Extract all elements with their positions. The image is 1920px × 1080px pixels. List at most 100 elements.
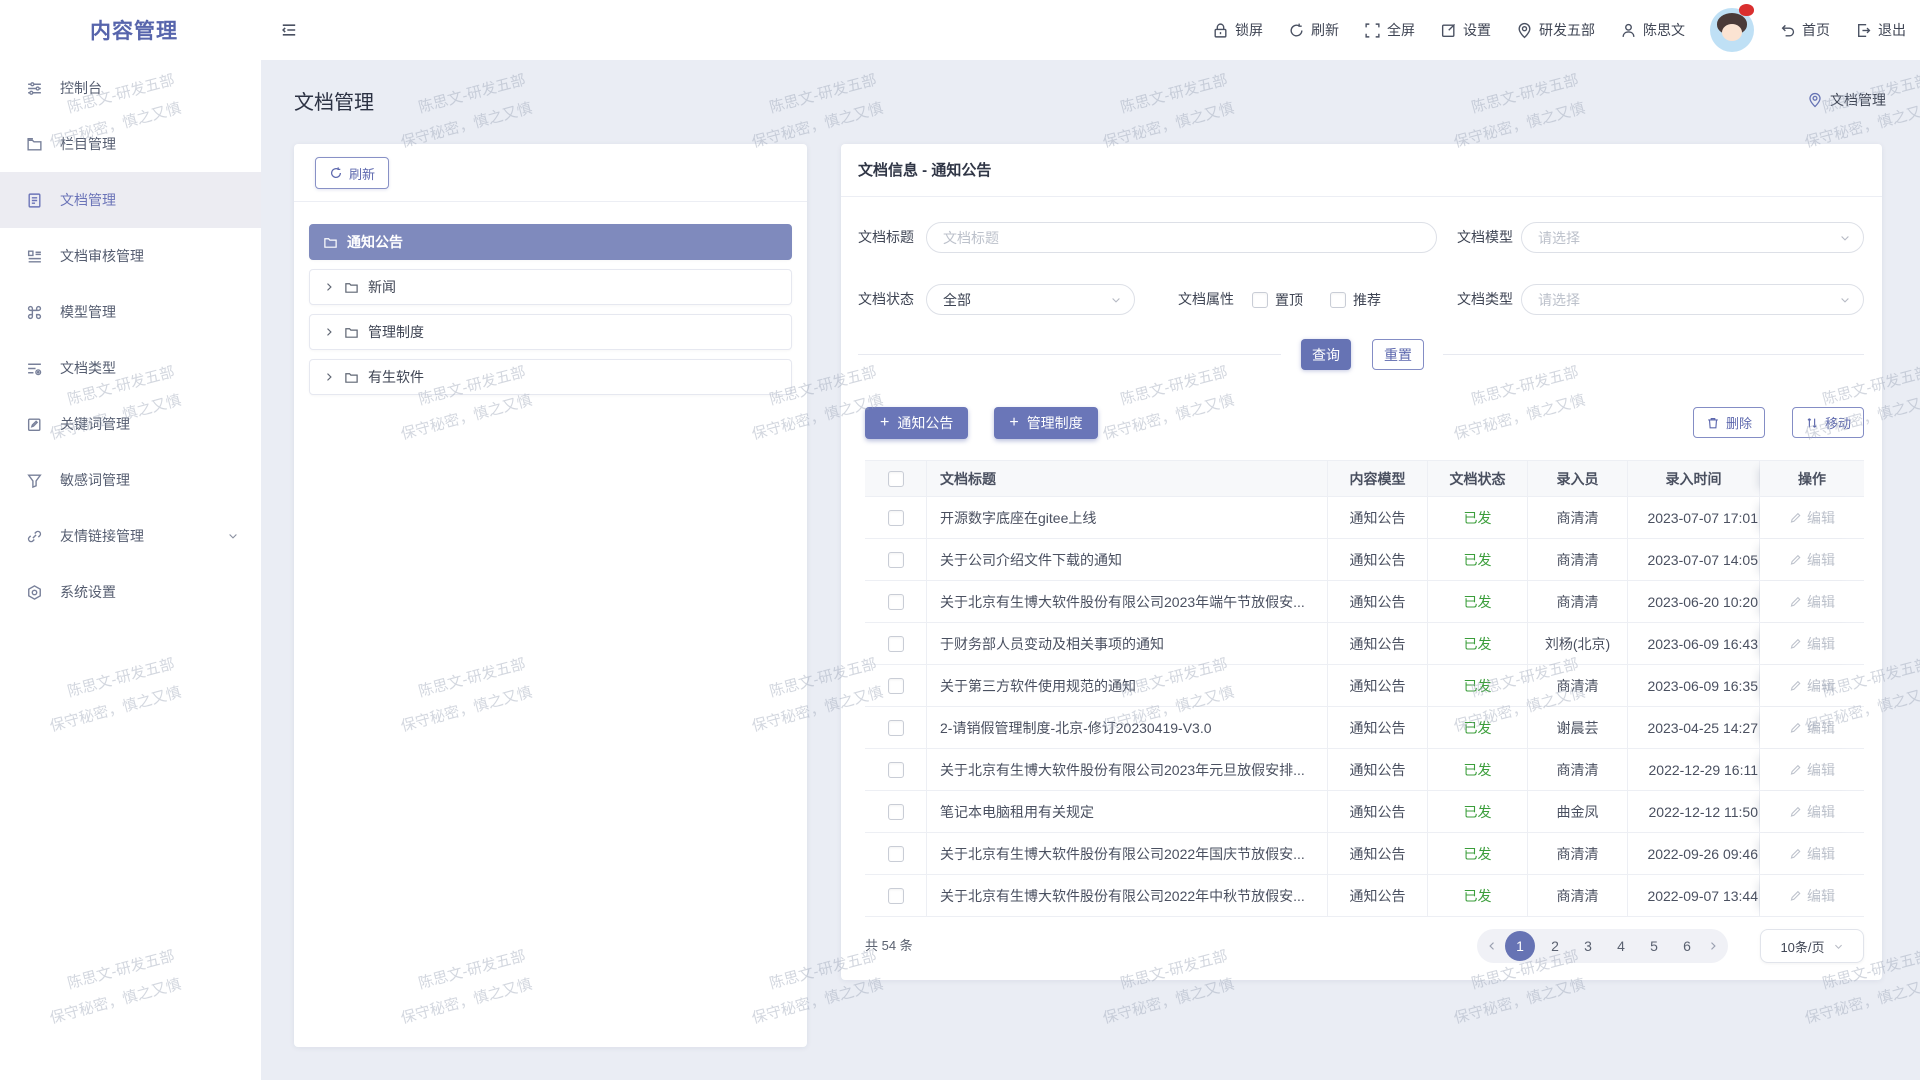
- doc-model-cell: 通知公告: [1328, 707, 1428, 748]
- page-number-button[interactable]: 6: [1674, 933, 1700, 959]
- page-size-select[interactable]: 10条/页: [1760, 929, 1864, 963]
- checkbox-box[interactable]: [888, 552, 904, 568]
- add-rule-button[interactable]: + 管理制度: [994, 407, 1097, 439]
- doc-status-select[interactable]: 全部: [926, 284, 1135, 315]
- tree-refresh-button[interactable]: 刷新: [315, 157, 389, 189]
- home-label: 首页: [1802, 20, 1830, 40]
- delete-button[interactable]: 删除: [1693, 407, 1765, 438]
- sidebar-collapse-button[interactable]: [280, 21, 298, 39]
- checkbox-box[interactable]: [888, 636, 904, 652]
- chevron-right-icon[interactable]: [323, 281, 335, 293]
- row-checkbox[interactable]: [865, 665, 927, 706]
- checkbox-box[interactable]: [888, 678, 904, 694]
- doc-title-input[interactable]: [926, 222, 1437, 253]
- sidebar-item-models[interactable]: 模型管理: [0, 284, 261, 340]
- edit-button[interactable]: 编辑: [1789, 676, 1835, 696]
- checkbox-box[interactable]: [888, 846, 904, 862]
- tree-node-rules[interactable]: 管理制度: [309, 314, 792, 350]
- checkbox-box[interactable]: [888, 510, 904, 526]
- edit-button[interactable]: 编辑: [1789, 550, 1835, 570]
- edit-button[interactable]: 编辑: [1789, 844, 1835, 864]
- checkbox-box[interactable]: [888, 762, 904, 778]
- user-avatar[interactable]: [1710, 8, 1754, 52]
- select-all-checkbox[interactable]: [865, 461, 927, 496]
- tree-node-notice[interactable]: 通知公告: [309, 224, 792, 260]
- sidebar-item-documents[interactable]: 文档管理: [0, 172, 261, 228]
- lock-screen-button[interactable]: 锁屏: [1212, 20, 1263, 40]
- edit-button[interactable]: 编辑: [1789, 802, 1835, 822]
- sidebar-item-sensitive-words[interactable]: 敏感词管理: [0, 452, 261, 508]
- doc-author-cell: 曲金凤: [1528, 791, 1628, 832]
- edit-label: 编辑: [1807, 508, 1835, 528]
- user-menu[interactable]: 陈思文: [1620, 20, 1685, 40]
- refresh-button[interactable]: 刷新: [1288, 20, 1339, 40]
- add-notice-button[interactable]: + 通知公告: [865, 407, 968, 439]
- checkbox-box[interactable]: [1330, 292, 1346, 308]
- tree-node-news[interactable]: 新闻: [309, 269, 792, 305]
- checkbox-box[interactable]: [1252, 292, 1268, 308]
- checkbox-box[interactable]: [888, 594, 904, 610]
- documents-table: 文档标题 内容模型 文档状态 录入员 录入时间 操作 开源数字底座在gitee上…: [865, 460, 1864, 917]
- settings-button[interactable]: 设置: [1440, 20, 1491, 40]
- department-button[interactable]: 研发五部: [1516, 20, 1595, 40]
- chevron-right-icon[interactable]: [323, 326, 335, 338]
- row-checkbox[interactable]: [865, 497, 927, 538]
- logout-button[interactable]: 退出: [1855, 20, 1906, 40]
- reset-button[interactable]: 重置: [1372, 339, 1424, 370]
- recommended-checkbox[interactable]: 推荐: [1330, 284, 1381, 315]
- doc-title-filter-label: 文档标题: [858, 222, 914, 253]
- next-page-button[interactable]: [1707, 940, 1719, 952]
- edit-label: 编辑: [1807, 802, 1835, 822]
- row-checkbox[interactable]: [865, 833, 927, 874]
- page-number-button[interactable]: 5: [1641, 933, 1667, 959]
- table-row: 关于北京有生博大软件股份有限公司2023年元旦放假安排... 通知公告 已发 商…: [865, 749, 1864, 791]
- row-checkbox[interactable]: [865, 749, 927, 790]
- page-number-button[interactable]: 3: [1575, 933, 1601, 959]
- doc-model-select[interactable]: 请选择: [1521, 222, 1864, 253]
- edit-button[interactable]: 编辑: [1789, 718, 1835, 738]
- page-number-button[interactable]: 1: [1505, 931, 1535, 961]
- prev-page-button[interactable]: [1486, 940, 1498, 952]
- edit-button[interactable]: 编辑: [1789, 508, 1835, 528]
- pinned-checkbox[interactable]: 置顶: [1252, 284, 1303, 315]
- pencil-icon: [1789, 595, 1802, 608]
- sidebar-item-console[interactable]: 控制台: [0, 60, 261, 116]
- edit-button[interactable]: 编辑: [1789, 760, 1835, 780]
- sidebar-item-label: 友情链接管理: [60, 526, 144, 546]
- home-button[interactable]: 首页: [1779, 20, 1830, 40]
- row-checkbox[interactable]: [865, 539, 927, 580]
- checkbox-box[interactable]: [888, 804, 904, 820]
- chevron-right-icon[interactable]: [323, 371, 335, 383]
- edit-button[interactable]: 编辑: [1789, 886, 1835, 906]
- sidebar-item-keywords[interactable]: 关键词管理: [0, 396, 261, 452]
- divider: [841, 196, 1882, 197]
- search-button[interactable]: 查询: [1301, 339, 1351, 370]
- edit-button[interactable]: 编辑: [1789, 592, 1835, 612]
- row-checkbox[interactable]: [865, 581, 927, 622]
- sidebar-item-doc-types[interactable]: 文档类型: [0, 340, 261, 396]
- row-checkbox[interactable]: [865, 791, 927, 832]
- checkbox-box[interactable]: [888, 888, 904, 904]
- tree-node-yousheng-software[interactable]: 有生软件: [309, 359, 792, 395]
- row-checkbox[interactable]: [865, 707, 927, 748]
- sidebar-item-friend-links[interactable]: 友情链接管理: [0, 508, 261, 564]
- doc-type-select[interactable]: 请选择: [1521, 284, 1864, 315]
- row-checkbox[interactable]: [865, 875, 927, 916]
- doc-actions-cell: 编辑: [1760, 497, 1864, 538]
- table-row: 2-请销假管理制度-北京-修订20230419-V3.0 通知公告 已发 谢晨芸…: [865, 707, 1864, 749]
- checkbox-box[interactable]: [888, 471, 904, 487]
- sidebar-item-system-settings[interactable]: 系统设置: [0, 564, 261, 620]
- page-number-button[interactable]: 4: [1608, 933, 1634, 959]
- location-pin-icon: [1807, 92, 1823, 108]
- table-row: 关于北京有生博大软件股份有限公司2023年端午节放假安... 通知公告 已发 商…: [865, 581, 1864, 623]
- edit-button[interactable]: 编辑: [1789, 634, 1835, 654]
- page-number-button[interactable]: 2: [1542, 933, 1568, 959]
- fullscreen-button[interactable]: 全屏: [1364, 20, 1415, 40]
- sidebar-item-columns[interactable]: 栏目管理: [0, 116, 261, 172]
- plus-icon: +: [1009, 415, 1018, 431]
- checkbox-box[interactable]: [888, 720, 904, 736]
- row-checkbox[interactable]: [865, 623, 927, 664]
- move-button[interactable]: 移动: [1792, 407, 1864, 438]
- sidebar-item-doc-audit[interactable]: 文档审核管理: [0, 228, 261, 284]
- doc-actions-cell: 编辑: [1760, 875, 1864, 916]
